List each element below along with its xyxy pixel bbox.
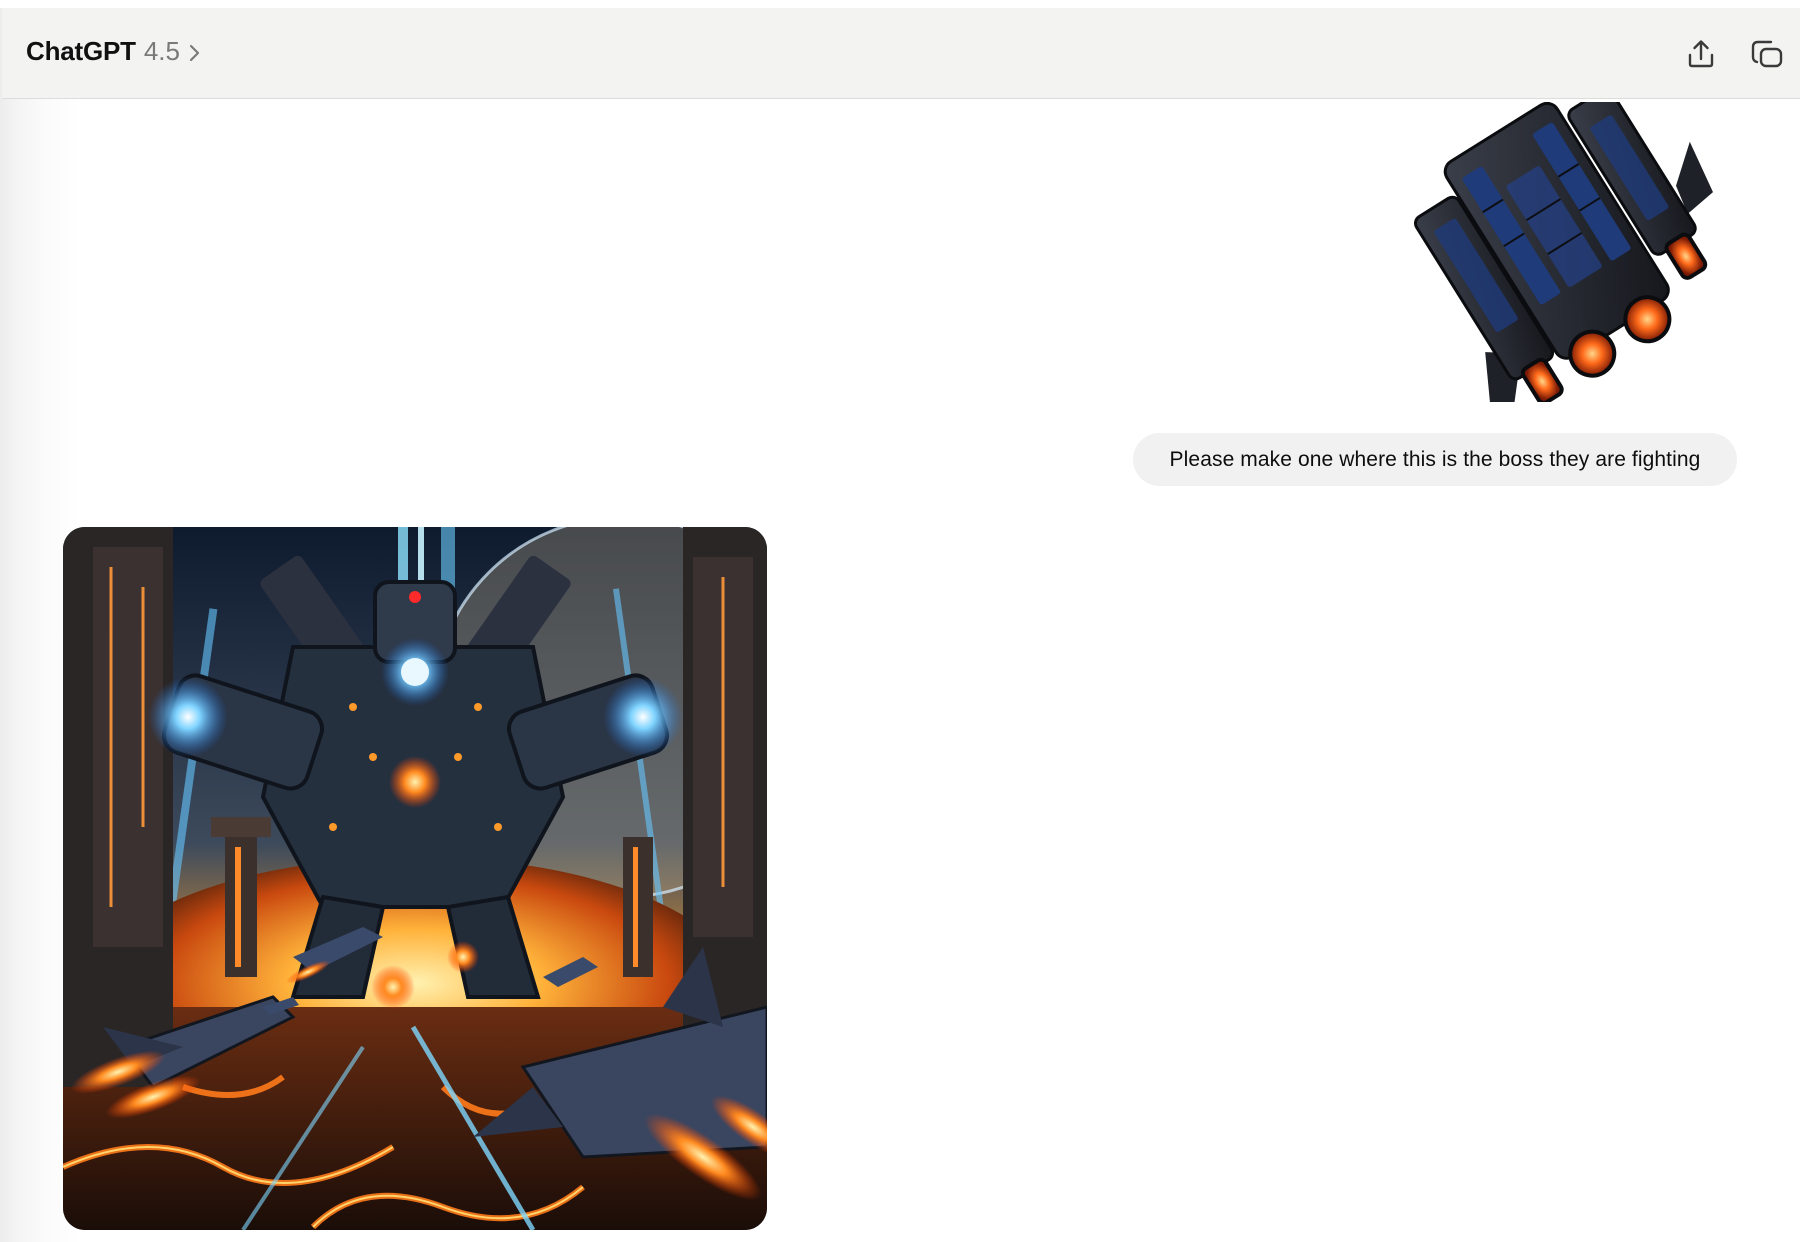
app-name: ChatGPT xyxy=(26,36,136,66)
chevron-right-icon xyxy=(189,44,200,61)
new-chat-button[interactable] xyxy=(1745,32,1789,76)
new-chat-icon xyxy=(1751,40,1783,68)
spaceship-image xyxy=(1414,88,1713,419)
chat-window: ChatGPT 4.5 Please make one where this i… xyxy=(0,0,1804,1242)
user-attached-image[interactable] xyxy=(1405,88,1735,419)
user-message-text: Please make one where this is the boss t… xyxy=(1169,447,1701,471)
model-version: 4.5 xyxy=(143,36,180,66)
share-upload-icon xyxy=(1688,40,1714,68)
generated-image[interactable] xyxy=(63,527,767,1230)
model-switcher[interactable]: ChatGPT 4.5 xyxy=(26,36,202,67)
share-button[interactable] xyxy=(1679,32,1723,76)
user-message-bubble: Please make one where this is the boss t… xyxy=(1133,433,1737,486)
space-battle-boss-image xyxy=(63,527,767,1230)
window-top-strip xyxy=(0,0,1804,8)
chat-header: ChatGPT 4.5 xyxy=(2,8,1800,99)
